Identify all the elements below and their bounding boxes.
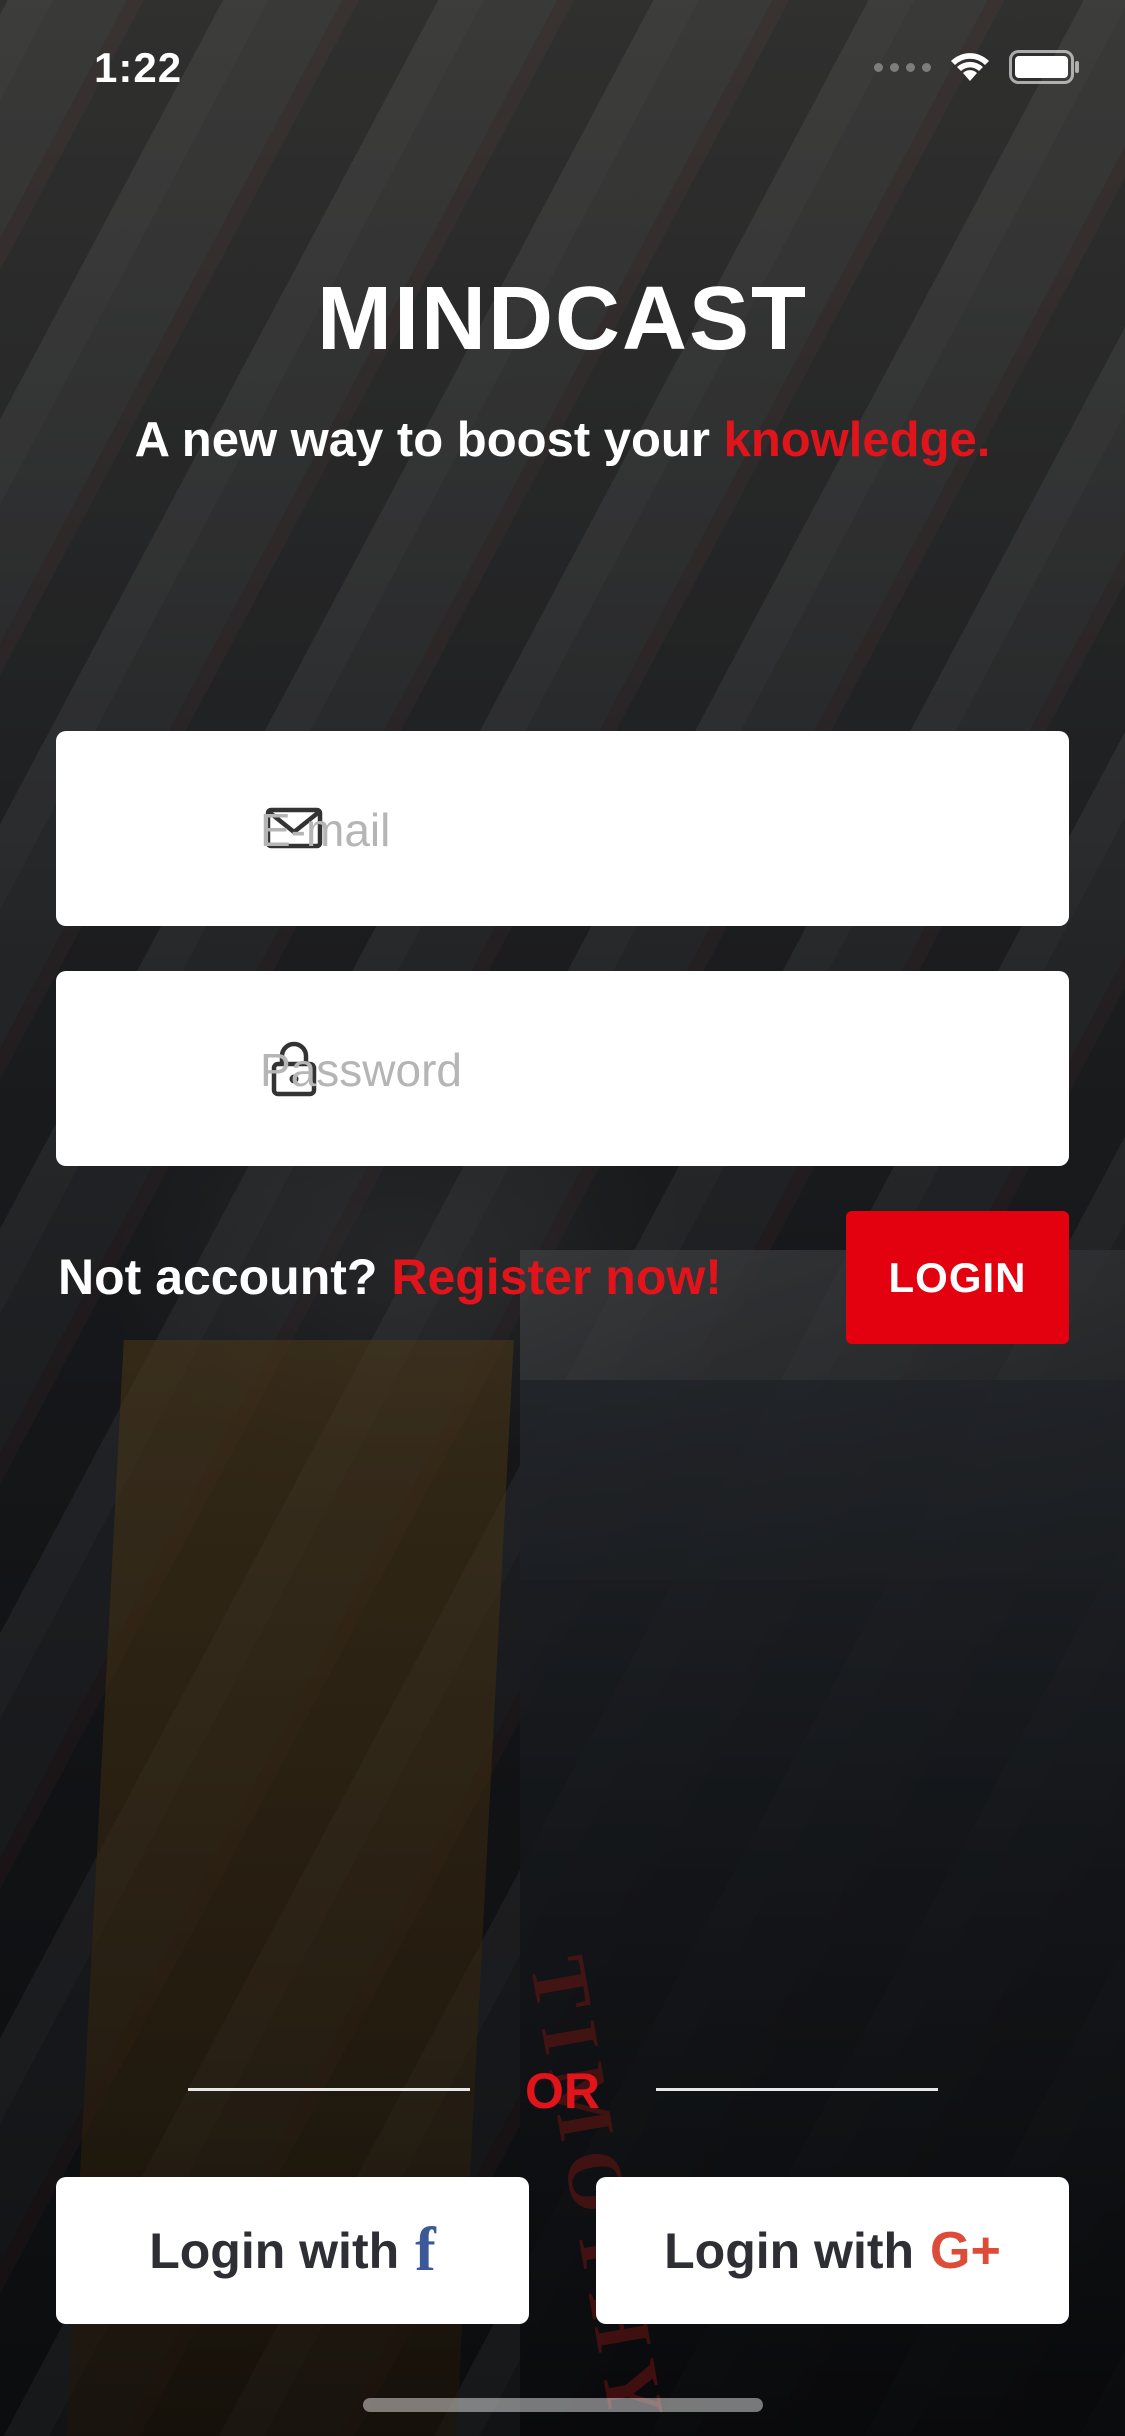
google-plus-icon: G+ bbox=[930, 2221, 1001, 2280]
app-title: MINDCAST bbox=[317, 269, 808, 369]
email-field[interactable] bbox=[56, 731, 1069, 928]
status-time: 1:22 bbox=[94, 44, 183, 91]
facebook-login-button[interactable]: Login with f bbox=[56, 2177, 529, 2324]
password-field[interactable] bbox=[56, 971, 1069, 1168]
tagline: A new way to boost your knowledge. bbox=[0, 412, 1125, 468]
or-divider-label: OR bbox=[525, 2063, 600, 2119]
google-login-button[interactable]: Login with G+ bbox=[596, 2177, 1069, 2324]
status-indicators bbox=[874, 50, 1081, 84]
tagline-text: A new way to boost your bbox=[134, 413, 710, 467]
divider-line-right bbox=[656, 2088, 938, 2091]
login-button[interactable]: LOGIN bbox=[846, 1211, 1069, 1344]
wifi-icon bbox=[951, 53, 989, 81]
facebook-icon: f bbox=[415, 2216, 436, 2284]
register-prompt-text: Not account? bbox=[58, 1249, 378, 1305]
home-indicator[interactable] bbox=[363, 2398, 763, 2412]
battery-icon bbox=[1009, 50, 1079, 84]
facebook-login-label: Login with bbox=[149, 2222, 400, 2279]
google-login-label: Login with bbox=[664, 2222, 915, 2279]
tagline-accent: knowledge. bbox=[723, 413, 991, 467]
register-link[interactable]: Register now! bbox=[391, 1249, 722, 1305]
email-input[interactable] bbox=[258, 731, 1042, 928]
signal-icon bbox=[874, 62, 931, 72]
register-prompt: Not account? Register now! bbox=[58, 1248, 722, 1306]
password-input[interactable] bbox=[258, 971, 1042, 1168]
